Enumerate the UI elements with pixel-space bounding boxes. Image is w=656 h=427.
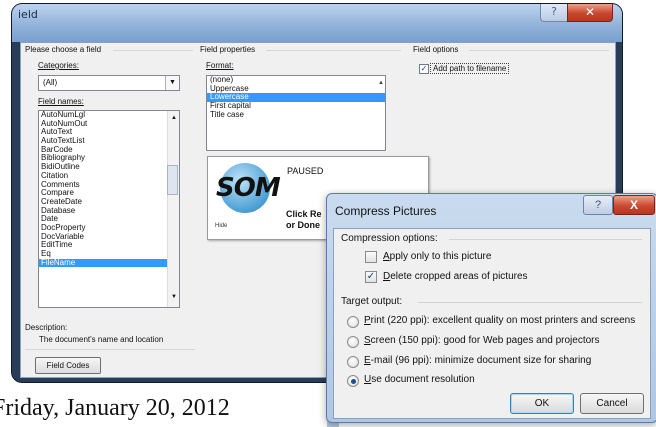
delete-cropped-label[interactable]: Delete cropped areas of pictures (383, 271, 528, 282)
field-names-label: Field names: (38, 97, 84, 106)
group-divider (449, 239, 642, 240)
compression-options-heading: Compression options: (341, 233, 438, 244)
scroll-thumb[interactable] (167, 165, 178, 195)
categories-label: Categories: (38, 61, 79, 70)
group-divider (113, 50, 193, 51)
format-label: Format: (206, 61, 234, 70)
field-help-button[interactable]: ? (540, 4, 568, 22)
field-codes-button[interactable]: Field Codes (35, 357, 101, 374)
format-item[interactable]: Title case (207, 110, 385, 120)
som-instruction-line1: Click Re (286, 209, 322, 219)
group-divider (469, 50, 609, 51)
field-dialog-title: ield (18, 8, 38, 21)
screen-ppi-radio[interactable] (347, 336, 359, 348)
footer-date: Friday, January 20, 2012 (0, 395, 230, 421)
description-text: The document's name and location (39, 335, 164, 344)
scroll-up-icon[interactable]: ▲ (378, 80, 384, 86)
compress-dialog-title: Compress Pictures (335, 204, 437, 218)
close-button[interactable]: X (613, 195, 655, 215)
scroll-down-icon[interactable]: ▼ (171, 294, 177, 300)
delete-cropped-checkbox[interactable]: ✓ (365, 271, 377, 283)
add-path-label[interactable]: Add path to filename (430, 63, 510, 74)
group-divider (418, 302, 642, 303)
som-status-text: PAUSED (287, 166, 324, 176)
chevron-down-icon[interactable]: ▼ (165, 76, 179, 90)
som-instruction-line2: or Done (286, 220, 321, 230)
field-dialog-titlebar[interactable]: ield ? ✕ (12, 4, 622, 42)
print-ppi-label[interactable]: Print (220 ppi): excellent quality on mo… (364, 315, 635, 326)
categories-dropdown[interactable]: (All) ▼ (38, 75, 180, 91)
som-hide-link[interactable]: Hide (215, 223, 227, 229)
field-properties-heading: Field properties (200, 45, 256, 54)
apply-only-checkbox[interactable] (365, 251, 377, 263)
som-logo-text: SOM (216, 173, 281, 203)
target-output-heading: Target output: (341, 296, 403, 307)
document-resolution-radio[interactable] (347, 375, 359, 387)
ok-button[interactable]: OK (510, 393, 574, 414)
compress-pictures-dialog: Compress Pictures ? X Compression option… (326, 193, 656, 423)
field-options-heading: Field options (413, 45, 459, 54)
field-names-scrollbar[interactable]: ▲ ▼ (167, 111, 179, 307)
cancel-button[interactable]: Cancel (580, 393, 644, 414)
email-ppi-label[interactable]: E-mail (96 ppi): minimize document size … (364, 355, 591, 366)
field-name-item[interactable]: Database (39, 206, 179, 216)
field-names-list[interactable]: AutoNumLgl AutoNumOut AutoText AutoTextList… (38, 110, 180, 308)
document-resolution-label[interactable]: Use document resolution (364, 374, 475, 385)
scroll-up-icon[interactable]: ▲ (171, 115, 177, 121)
description-label: Description: (25, 323, 68, 332)
field-name-item[interactable]: FileName (39, 258, 179, 268)
screen-ppi-label[interactable]: Screen (150 ppi): good for Web pages and… (364, 335, 600, 346)
field-close-button[interactable]: ✕ (567, 4, 613, 22)
email-ppi-radio[interactable] (347, 356, 359, 368)
compress-dialog-body: Compression options: Apply only to this … (333, 228, 651, 419)
print-ppi-radio[interactable] (347, 316, 359, 328)
choose-field-heading: Please choose a field (25, 45, 102, 54)
group-divider (266, 50, 401, 51)
field-name-item[interactable]: EditTime (39, 241, 179, 250)
format-list[interactable]: (none) Uppercase Lowercase First capital Tit… (206, 75, 386, 151)
group-divider (25, 349, 195, 350)
help-button[interactable]: ? (583, 195, 613, 215)
categories-value: (All) (43, 78, 58, 87)
add-path-checkbox[interactable]: ✓ (419, 64, 429, 74)
apply-only-label[interactable]: Apply only to this picture (383, 251, 491, 262)
